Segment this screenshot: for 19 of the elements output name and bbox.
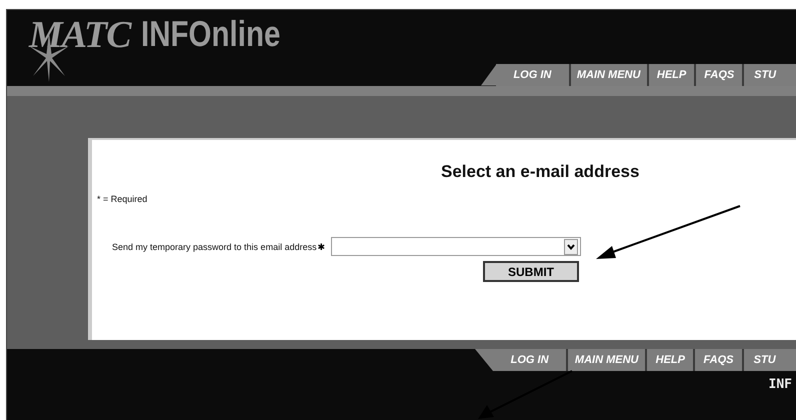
logo-text: MATC bbox=[29, 16, 131, 54]
field-label: Send my temporary password to this email address bbox=[112, 242, 317, 252]
dropdown-icon[interactable] bbox=[564, 238, 578, 254]
nav-tab[interactable]: HELP bbox=[648, 64, 696, 86]
submit-button[interactable]: SUBMIT bbox=[483, 261, 579, 282]
form-title: Select an e-mail address bbox=[440, 162, 640, 182]
nav-tab[interactable]: STU bbox=[744, 64, 796, 86]
tab-slant-shape bbox=[475, 349, 493, 371]
nav-tab[interactable]: MAIN MENU bbox=[570, 64, 649, 86]
nav-tab[interactable]: STU bbox=[744, 349, 796, 371]
logo-text: INFOnline bbox=[140, 16, 280, 52]
required-note: * = Required bbox=[97, 194, 148, 204]
footer-text: INF bbox=[768, 377, 792, 394]
nav-tab[interactable]: HELP bbox=[647, 349, 696, 371]
nav-tab[interactable]: FAQS bbox=[696, 64, 744, 86]
required-mark: ✱ bbox=[318, 242, 326, 252]
tab-slant-shape bbox=[481, 64, 496, 86]
nav-tab[interactable]: MAIN MENU bbox=[568, 349, 648, 371]
nav-tab[interactable]: FAQS bbox=[695, 349, 744, 371]
